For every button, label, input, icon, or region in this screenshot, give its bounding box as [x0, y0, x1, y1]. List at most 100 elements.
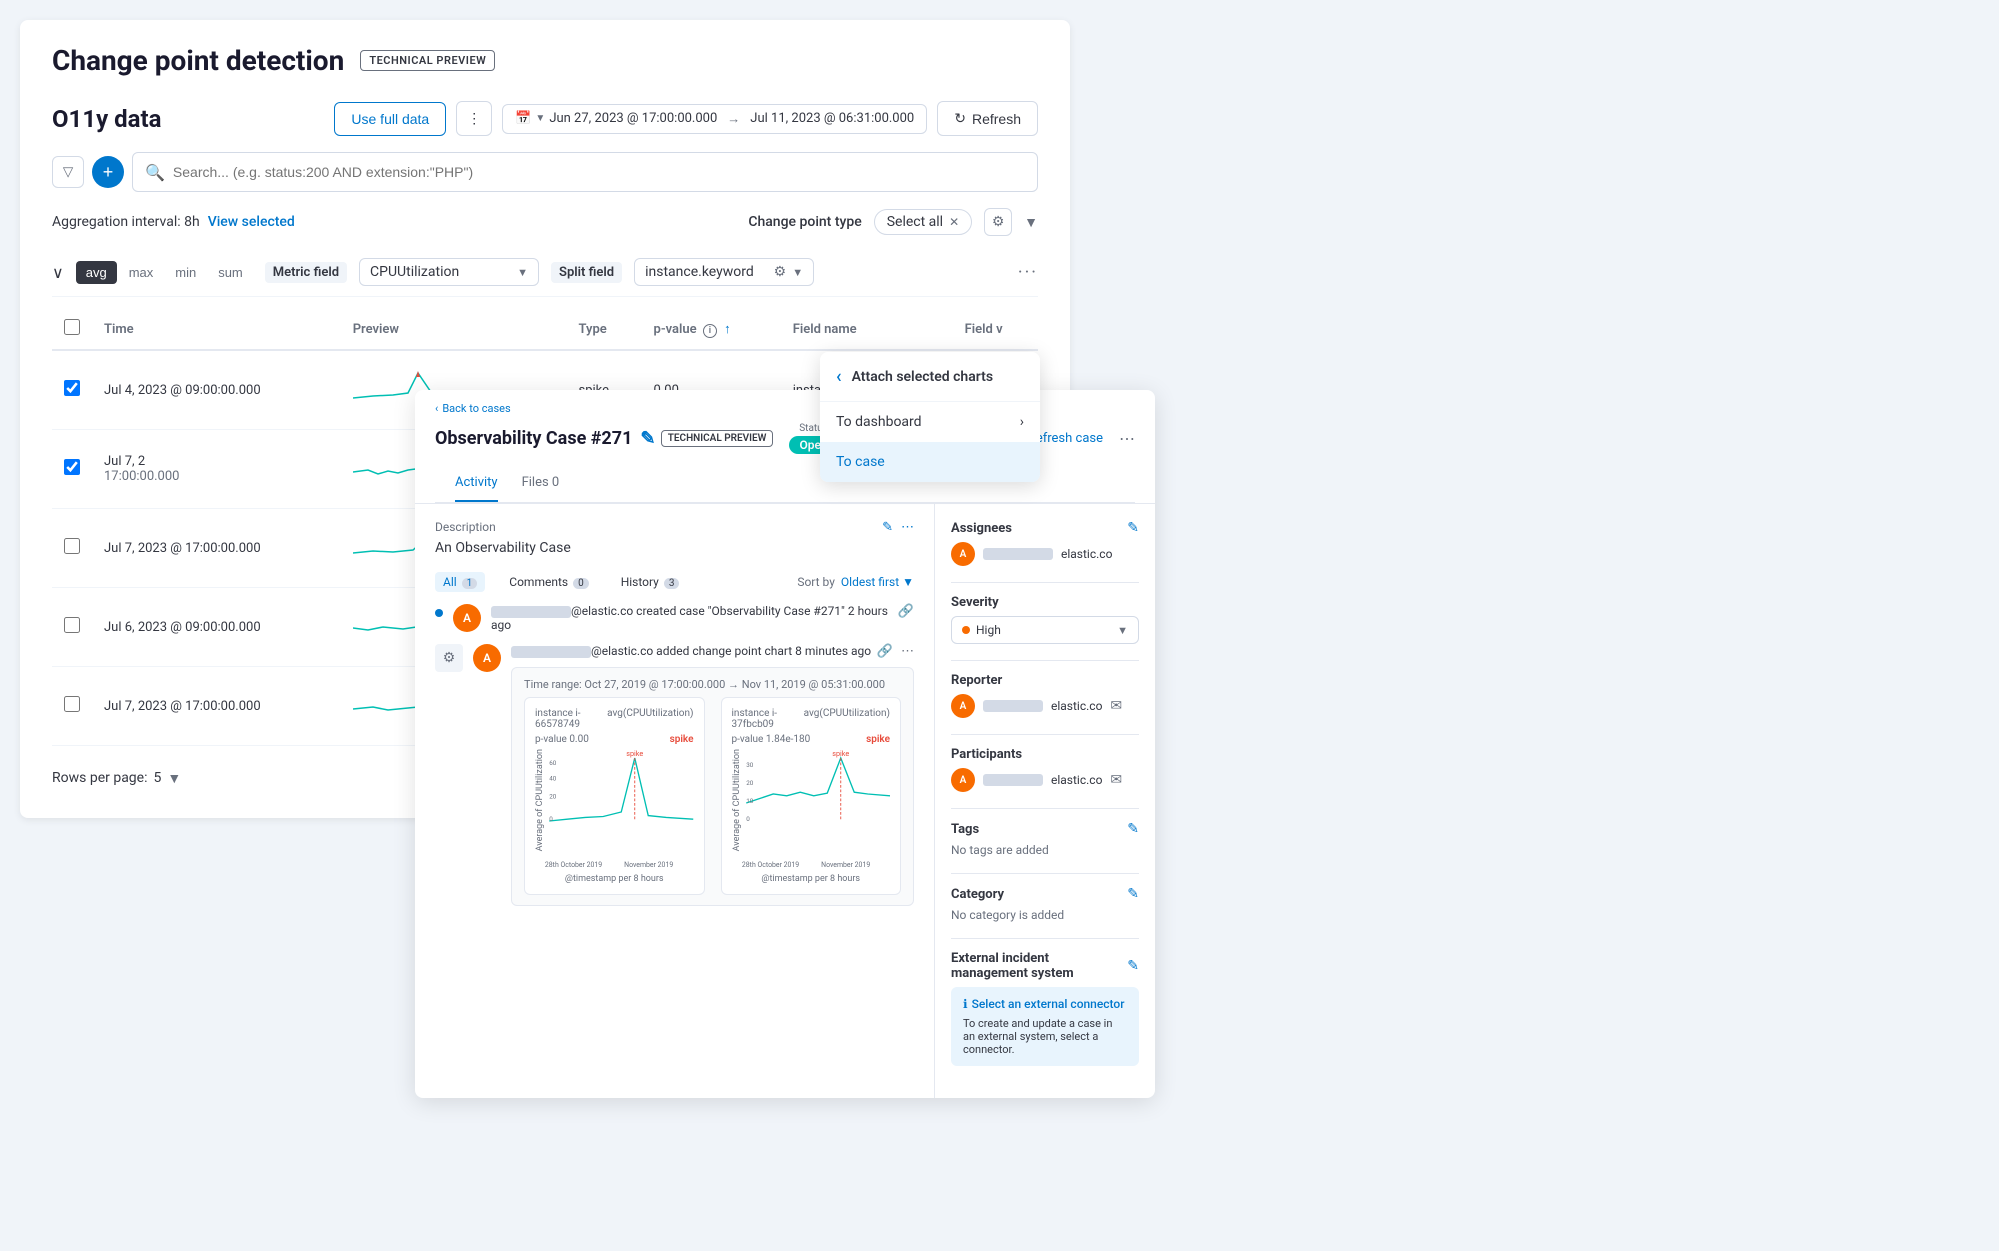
metric-field-value: CPUUtilization [370, 264, 459, 280]
use-full-data-button[interactable]: Use full data [334, 102, 446, 136]
svg-text:0: 0 [746, 815, 750, 823]
activity-action-row-1: @elastic.co created case "Observability … [491, 604, 914, 632]
case-more-button[interactable]: ⋯ [1119, 429, 1135, 448]
filter-history-button[interactable]: History 3 [613, 572, 688, 592]
chart2-y-label: Average of CPUUtilization [732, 749, 742, 851]
search-icon: 🔍 [145, 163, 165, 182]
change-point-chevron[interactable]: ▼ [1024, 214, 1038, 231]
clear-select-all-button[interactable]: ✕ [949, 215, 959, 229]
to-case-item[interactable]: To case [820, 442, 1040, 482]
activity-content-2: @elastic.co added change point chart 8 m… [511, 644, 914, 906]
pvalue-info-icon: i [703, 324, 717, 338]
filter-all-button[interactable]: All 1 [435, 572, 485, 592]
edit-description-icon[interactable]: ✎ [882, 520, 893, 535]
rows-per-page-value: 5 [153, 770, 161, 786]
row1-time: Jul 4, 2023 @ 09:00:00.000 [92, 350, 341, 430]
activity-more-icon-2[interactable]: ⋯ [901, 644, 914, 659]
view-selected-link[interactable]: View selected [208, 214, 295, 230]
ext-system-header: External incident management system ✎ [951, 951, 1139, 981]
svg-text:28th October 2019: 28th October 2019 [741, 861, 798, 869]
metric-field-label: Metric field [265, 262, 347, 283]
ext-connector-box: ℹ Select an external connector To create… [951, 987, 1139, 1066]
preview-column-header: Preview [341, 309, 567, 350]
chart-info-block: Time range: Oct 27, 2019 @ 17:00:00.000 … [511, 667, 914, 906]
sidebar-divider-1 [951, 582, 1139, 583]
sort-by-label: Sort by [797, 575, 835, 589]
chart1-type: spike [670, 734, 694, 745]
toolbar-options-button[interactable]: ⋮ [456, 101, 492, 136]
edit-case-title-button[interactable]: ✎ [640, 428, 655, 449]
add-filter-button[interactable]: + [92, 156, 124, 188]
edit-category-button[interactable]: ✎ [1127, 886, 1139, 902]
row3-checkbox[interactable] [64, 538, 80, 554]
rows-per-page-chevron[interactable]: ▼ [167, 770, 181, 787]
svg-text:28th October 2019: 28th October 2019 [545, 861, 602, 869]
activity-link-icon-2[interactable]: 🔗 [877, 644, 893, 659]
change-point-settings-button[interactable]: ⚙ [984, 208, 1012, 236]
case-tech-preview-badge: TECHNICAL PREVIEW [661, 430, 774, 447]
edit-ext-system-button[interactable]: ✎ [1127, 958, 1139, 974]
tab-files[interactable]: Files 0 [522, 465, 560, 502]
rows-per-page-label: Rows per page: [52, 770, 147, 786]
severity-select[interactable]: High ▼ [951, 616, 1139, 644]
tab-activity[interactable]: Activity [455, 465, 498, 502]
back-icon[interactable]: ‹ [836, 366, 842, 387]
participant-email-icon[interactable]: ✉ [1110, 772, 1122, 788]
filter-button[interactable]: ▽ [52, 156, 84, 188]
more-options-button[interactable]: ··· [1018, 262, 1038, 283]
search-input[interactable] [173, 164, 1025, 180]
row4-checkbox[interactable] [64, 617, 80, 633]
severity-value: High [976, 623, 1001, 637]
chart2-pvalue-row: p-value 1.84e-180 spike [732, 734, 891, 745]
svg-text:spike: spike [832, 749, 849, 758]
metric-field-select[interactable]: CPUUtilization ▼ [359, 258, 539, 286]
filter-icon: ▽ [63, 164, 73, 180]
row2-checkbox[interactable] [64, 459, 80, 475]
sort-by-value[interactable]: Oldest first ▼ [841, 575, 914, 589]
edit-tags-button[interactable]: ✎ [1127, 821, 1139, 837]
aggregation-interval: Aggregation interval: 8h [52, 214, 200, 230]
refresh-button[interactable]: ↻ Refresh [937, 101, 1038, 136]
sort-icon[interactable]: ↑ [724, 321, 731, 337]
filter-comments-button[interactable]: Comments 0 [501, 572, 596, 592]
tags-empty: No tags are added [951, 843, 1139, 857]
avg-button[interactable]: avg [76, 261, 117, 284]
severity-chevron: ▼ [1117, 624, 1128, 637]
activity-link-icon-1[interactable]: 🔗 [898, 604, 914, 619]
activity-avatar-2: A [473, 644, 501, 672]
sum-button[interactable]: sum [208, 261, 253, 284]
chart2-pvalue: p-value 1.84e-180 [732, 734, 811, 745]
row5-checkbox[interactable] [64, 696, 80, 712]
collapse-toggle[interactable]: ∨ [52, 263, 64, 282]
split-field-settings: ⚙ [774, 264, 787, 280]
edit-assignees-button[interactable]: ✎ [1127, 520, 1139, 536]
select-all-pill[interactable]: Select all ✕ [874, 209, 972, 235]
chart1-header: instance i-66578749 avg(CPUUtilization) [535, 708, 694, 730]
chart2-inner: Average of CPUUtilization spike 0 10 20 [732, 749, 891, 851]
date-range-picker[interactable]: 📅 ▼ Jun 27, 2023 @ 17:00:00.000 → Jul 11… [502, 104, 927, 134]
search-input-wrapper: 🔍 [132, 152, 1038, 192]
chart-box-1: instance i-66578749 avg(CPUUtilization) … [524, 697, 705, 895]
max-button[interactable]: max [119, 261, 164, 284]
change-point-type-label: Change point type [748, 214, 861, 230]
sidebar-divider-3 [951, 734, 1139, 735]
select-all-checkbox[interactable] [64, 319, 80, 335]
reporter-section: Reporter A elastic.co ✉ [951, 673, 1139, 718]
severity-header: Severity [951, 595, 1139, 610]
select-connector-link[interactable]: ℹ Select an external connector [963, 997, 1127, 1011]
time-column-header: Time [92, 309, 341, 350]
sidebar-divider-2 [951, 660, 1139, 661]
reporter-email-icon[interactable]: ✉ [1110, 698, 1122, 714]
date-from: Jun 27, 2023 @ 17:00:00.000 [549, 111, 717, 126]
row1-checkbox[interactable] [64, 380, 80, 396]
row4-time: Jul 6, 2023 @ 09:00:00.000 [92, 588, 341, 667]
description-options-icon[interactable]: ⋯ [901, 520, 914, 535]
split-field-select[interactable]: instance.keyword ⚙ ▼ [634, 258, 814, 286]
pvalue-column-header: p-value i ↑ [642, 309, 781, 350]
category-section: Category ✎ No category is added [951, 886, 1139, 922]
svg-text:0: 0 [549, 815, 553, 823]
min-button[interactable]: min [165, 261, 206, 284]
row5-time: Jul 7, 2023 @ 17:00:00.000 [92, 667, 341, 746]
to-dashboard-item[interactable]: To dashboard › [820, 402, 1040, 442]
technical-preview-badge: TECHNICAL PREVIEW [360, 50, 495, 71]
